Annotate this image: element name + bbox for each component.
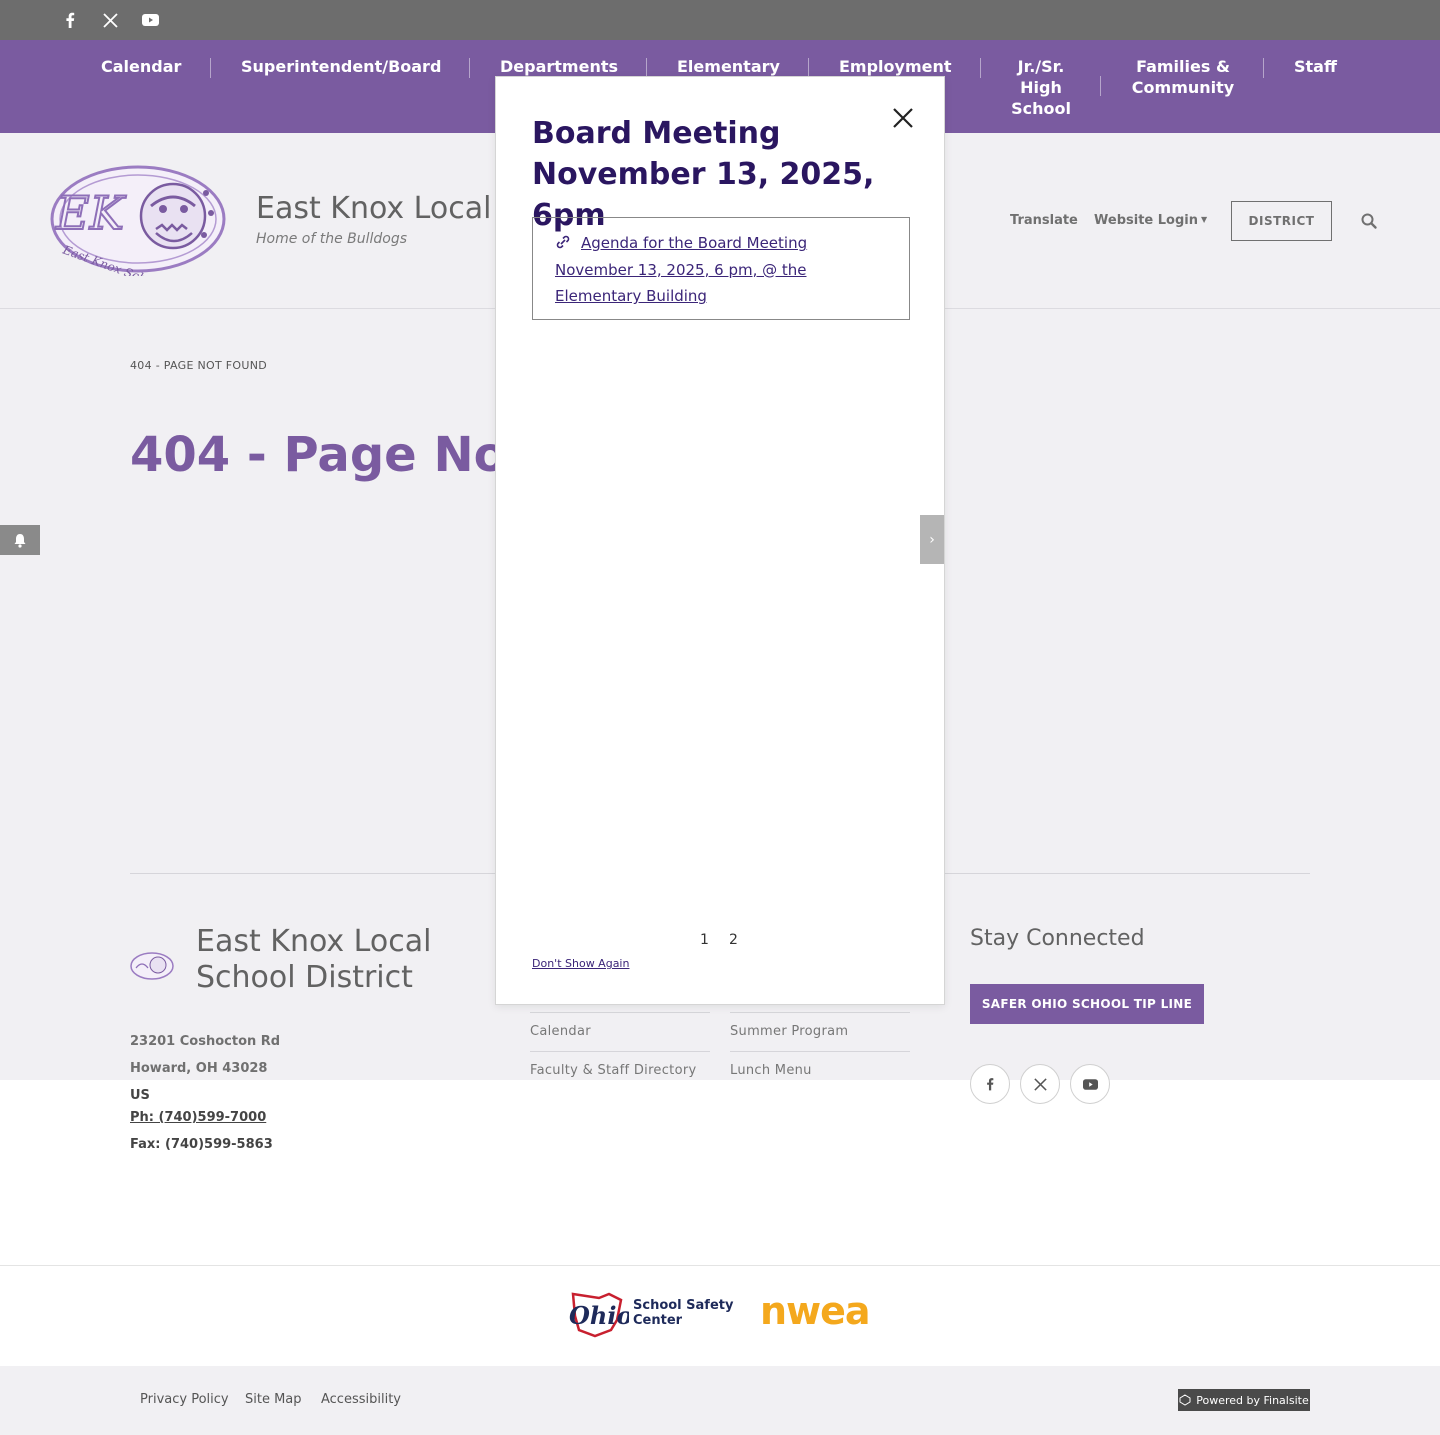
nav-separator bbox=[808, 58, 809, 78]
footer-link-divider bbox=[530, 1012, 710, 1013]
modal-page-1[interactable]: 1 bbox=[700, 932, 709, 948]
translate-link[interactable]: Translate bbox=[1010, 213, 1078, 228]
board-meeting-modal: Board Meeting November 13, 2025, 6pm Age… bbox=[495, 76, 945, 1005]
x-icon[interactable] bbox=[100, 10, 120, 30]
footer-link-divider bbox=[730, 1012, 910, 1013]
powered-by-label: Powered by Finalsite bbox=[1196, 1393, 1309, 1407]
footer-link-divider bbox=[530, 1051, 710, 1052]
nav-item-superintendent-board[interactable]: Superintendent/Board bbox=[241, 56, 441, 77]
address-city: Howard, OH 43028 bbox=[130, 1061, 268, 1076]
ohio-logo-line2: Center bbox=[633, 1313, 683, 1328]
address-country: US bbox=[130, 1088, 150, 1103]
footer-district-name: East Knox Local School District bbox=[196, 924, 432, 995]
bottom-bar: Privacy Policy Site Map Accessibility Po… bbox=[0, 1366, 1440, 1435]
footer-link-directory[interactable]: Faculty & Staff Directory bbox=[530, 1063, 696, 1078]
bulldog-logo[interactable]: EK East Knox Schools bbox=[48, 161, 228, 276]
footer-youtube-icon[interactable] bbox=[1070, 1064, 1110, 1104]
district-button[interactable]: DISTRICT bbox=[1231, 201, 1332, 241]
ohio-script: Ohio bbox=[569, 1301, 629, 1330]
nav-separator bbox=[646, 58, 647, 78]
modal-page-2[interactable]: 2 bbox=[729, 932, 738, 948]
ohio-school-safety-logo[interactable]: Ohio bbox=[565, 1290, 629, 1340]
nav-separator bbox=[1263, 58, 1264, 78]
nav-item-staff[interactable]: Staff bbox=[1294, 56, 1337, 77]
site-tagline: Home of the Bulldogs bbox=[256, 231, 408, 247]
site-map-link[interactable]: Site Map bbox=[245, 1392, 302, 1407]
facebook-icon[interactable] bbox=[60, 10, 80, 30]
nav-separator bbox=[210, 58, 211, 78]
link-icon bbox=[556, 235, 570, 249]
phone-link[interactable]: Ph: (740)599-7000 bbox=[130, 1110, 266, 1125]
footer-facebook-icon[interactable] bbox=[970, 1064, 1010, 1104]
footer-link-summer-program[interactable]: Summer Program bbox=[730, 1024, 848, 1039]
nav-item-departments[interactable]: Departments bbox=[500, 56, 618, 77]
stay-connected-heading: Stay Connected bbox=[970, 926, 1145, 951]
svg-text:EK: EK bbox=[55, 186, 127, 240]
finalsite-icon bbox=[1179, 1394, 1191, 1406]
nav-separator bbox=[1100, 76, 1101, 96]
agenda-link-text: Agenda for the Board Meeting November 13… bbox=[555, 234, 808, 305]
powered-by-finalsite[interactable]: Powered by Finalsite bbox=[1178, 1389, 1310, 1411]
notification-tab[interactable] bbox=[0, 525, 40, 555]
footer-logo[interactable] bbox=[130, 951, 174, 981]
breadcrumb: 404 - PAGE NOT FOUND bbox=[130, 359, 268, 372]
agenda-link-box: Agenda for the Board Meeting November 13… bbox=[532, 217, 910, 320]
ohio-logo-line1: School Safety bbox=[633, 1298, 734, 1313]
footer-link-lunch-menu[interactable]: Lunch Menu bbox=[730, 1063, 812, 1078]
privacy-policy-link[interactable]: Privacy Policy bbox=[140, 1392, 229, 1407]
nwea-logo[interactable]: nwea bbox=[760, 1289, 871, 1333]
nav-item-calendar[interactable]: Calendar bbox=[101, 56, 181, 77]
fax-number: Fax: (740)599-5863 bbox=[130, 1137, 273, 1152]
social-bar bbox=[0, 0, 1440, 40]
nav-item-elementary[interactable]: Elementary bbox=[677, 56, 780, 77]
site-title[interactable]: East Knox Local S bbox=[256, 191, 520, 226]
nav-separator bbox=[980, 58, 981, 78]
footer-link-calendar[interactable]: Calendar bbox=[530, 1024, 591, 1039]
website-login-dropdown[interactable]: Website Login ▼ bbox=[1094, 213, 1207, 228]
nav-item-jr-sr-high-school[interactable]: Jr./Sr. High School bbox=[1005, 56, 1077, 119]
tip-line-button[interactable]: SAFER OHIO SCHOOL TIP LINE bbox=[970, 984, 1204, 1024]
search-icon[interactable] bbox=[1360, 212, 1378, 230]
nav-item-employment[interactable]: Employment bbox=[839, 56, 952, 77]
accessibility-link[interactable]: Accessibility bbox=[321, 1392, 401, 1407]
agenda-link[interactable]: Agenda for the Board Meeting November 13… bbox=[555, 234, 807, 305]
modal-next-button[interactable]: › bbox=[920, 515, 944, 564]
nav-item-families-community[interactable]: Families & Community bbox=[1126, 56, 1240, 98]
chevron-right-icon: › bbox=[929, 531, 935, 548]
dont-show-again-link[interactable]: Don't Show Again bbox=[532, 957, 629, 970]
website-login-label: Website Login bbox=[1094, 213, 1198, 228]
caret-down-icon: ▼ bbox=[1200, 215, 1208, 224]
nav-separator bbox=[469, 58, 470, 78]
bell-icon bbox=[14, 533, 26, 548]
youtube-icon[interactable] bbox=[140, 10, 160, 30]
footer-x-icon[interactable] bbox=[1020, 1064, 1060, 1104]
footer-link-divider bbox=[730, 1051, 910, 1052]
ohio-logo-text: School Safety Center bbox=[633, 1298, 733, 1328]
address-street: 23201 Coshocton Rd bbox=[130, 1034, 281, 1049]
